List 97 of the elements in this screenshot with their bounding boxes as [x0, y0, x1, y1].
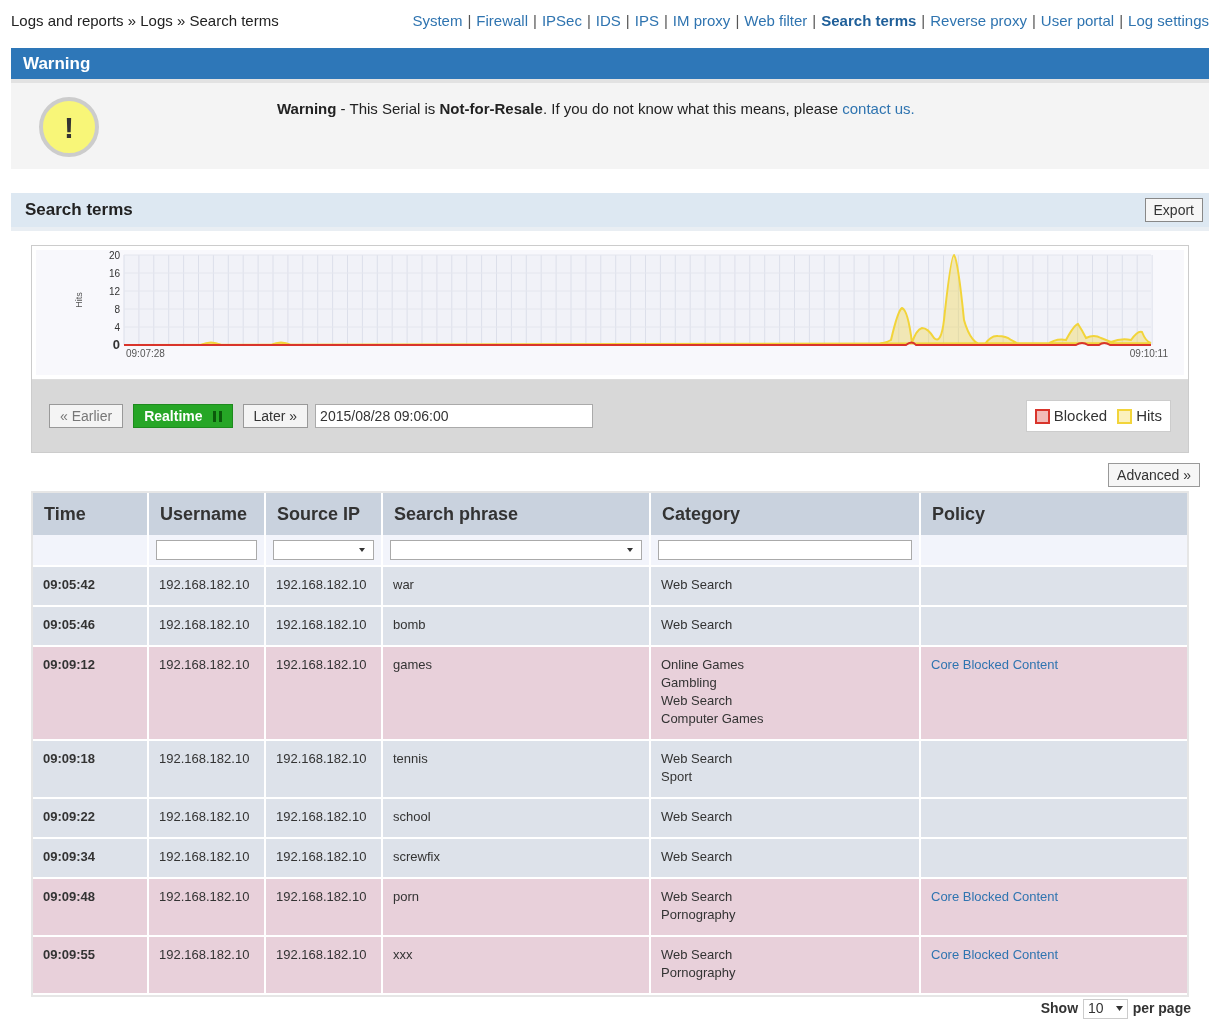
table-cell: 192.168.182.10 — [159, 751, 250, 766]
table-cell-text: Web Search — [661, 750, 734, 768]
table-cell: porn — [393, 889, 420, 904]
y-tick-label: 16 — [108, 268, 120, 279]
nav-link[interactable]: IDS — [595, 9, 621, 33]
nav-link[interactable]: IPSec — [541, 9, 582, 33]
per-page-label: per page — [1132, 999, 1191, 1018]
table-cell-text: Web Search — [661, 946, 734, 964]
nav-link[interactable]: IPS — [634, 9, 659, 33]
table-cell: 192.168.182.10 — [276, 849, 367, 864]
table-cell-text: Pornography — [661, 906, 737, 924]
breadcrumb: Logs and reports » Logs » Search terms — [11, 10, 279, 31]
nav-separator: | — [812, 10, 817, 31]
table-cell: school — [393, 809, 431, 824]
table-cell: xxx — [393, 947, 413, 962]
nav-separator: | — [586, 10, 591, 31]
nav-separator: | — [1119, 10, 1124, 31]
nav-separator: | — [1031, 10, 1036, 31]
y-tick-label: 8 — [114, 304, 120, 315]
nav-separator: | — [625, 10, 630, 31]
legend-label: Blocked — [1053, 405, 1108, 426]
table-cell-text: Web Search — [661, 888, 734, 906]
nav-separator: | — [921, 10, 926, 31]
policy-link[interactable]: Core Blocked Content — [931, 889, 1059, 904]
table-cell: 192.168.182.10 — [276, 577, 367, 592]
nav-separator: | — [467, 10, 472, 31]
nav-link[interactable]: Search terms — [821, 9, 917, 33]
table-cell: 192.168.182.10 — [276, 657, 367, 672]
table-cell-text: Web Search — [661, 692, 734, 710]
table-cell: 09:09:22 — [43, 809, 96, 824]
y-tick-label: 0 — [112, 337, 120, 352]
table-cell-text: Web Search — [661, 808, 734, 826]
table-cell: 192.168.182.10 — [159, 809, 250, 824]
panel-title: Search terms — [25, 199, 133, 222]
table-cell: 192.168.182.10 — [276, 809, 367, 824]
nav-link[interactable]: Web filter — [744, 9, 808, 33]
table-cell: 192.168.182.10 — [159, 617, 250, 632]
policy-link[interactable]: Core Blocked Content — [931, 657, 1059, 672]
table-cell: 09:05:42 — [43, 577, 96, 592]
table-cell-text: Computer Games — [661, 710, 765, 728]
table-cell: 09:09:12 — [43, 657, 96, 672]
column-header: Policy — [931, 502, 987, 526]
show-label: Show — [1040, 999, 1079, 1018]
export-button[interactable]: Export — [1144, 198, 1203, 222]
table-cell: 09:05:46 — [43, 617, 96, 632]
advanced-button[interactable]: Advanced » — [1108, 463, 1200, 487]
y-tick-label: 20 — [108, 250, 120, 261]
table-cell: 192.168.182.10 — [159, 657, 250, 672]
policy-link[interactable]: Core Blocked Content — [931, 947, 1059, 962]
table-cell: tennis — [393, 751, 428, 766]
earlier-button[interactable]: « Earlier — [49, 404, 124, 428]
table-cell: 192.168.182.10 — [159, 577, 250, 592]
warning-message: Warning - This Serial is Not-for-Resale. If you do not know what this means, please contact us. — [277, 99, 915, 119]
table-cell-text: Gambling — [661, 674, 718, 692]
nav-link[interactable]: User portal — [1040, 9, 1115, 33]
date-field[interactable]: 2015/08/28 09:06:00 — [315, 404, 594, 428]
nav-separator: | — [663, 10, 668, 31]
warning-header: Warning — [11, 48, 1209, 79]
table-cell: 09:09:34 — [43, 849, 96, 864]
nav-link[interactable]: Reverse proxy — [930, 9, 1027, 33]
table-cell: 09:09:48 — [43, 889, 96, 904]
warning-icon: ! — [39, 97, 99, 157]
x-tick-label: 09:10:11 — [1129, 348, 1168, 359]
table-cell-text: Web Search — [661, 848, 734, 866]
y-axis-label: Hits — [74, 292, 84, 308]
legend-label: Hits — [1136, 405, 1162, 426]
table-cell: 192.168.182.10 — [276, 617, 367, 632]
contact-link[interactable]: contact us. — [842, 100, 915, 117]
y-tick-label: 12 — [108, 286, 120, 297]
table-cell: 192.168.182.10 — [276, 889, 367, 904]
table-cell-text: Web Search — [661, 576, 734, 594]
x-tick-label: 09:07:28 — [126, 348, 165, 359]
later-button[interactable]: Later » — [242, 404, 309, 428]
table-cell-text: Web Search — [661, 616, 734, 634]
table-cell: 09:09:18 — [43, 751, 96, 766]
table-cell: bomb — [393, 617, 426, 632]
table-cell: war — [393, 577, 414, 592]
per-page-dropdown[interactable]: 10 — [1083, 998, 1128, 1019]
table-cell: 192.168.182.10 — [159, 849, 250, 864]
table-cell: 192.168.182.10 — [159, 889, 250, 904]
table-cell-text: Pornography — [661, 964, 737, 982]
nav-link[interactable]: Log settings — [1128, 9, 1209, 33]
table-cell-text: Sport — [661, 768, 694, 786]
nav-separator: | — [735, 10, 740, 31]
nav-separator: | — [533, 10, 537, 31]
table-cell: 09:09:55 — [43, 947, 96, 962]
table-cell: 192.168.182.10 — [159, 947, 250, 962]
nav-link[interactable]: System — [412, 9, 463, 33]
nav-link[interactable]: Firewall — [476, 9, 528, 33]
table-cell: 192.168.182.10 — [276, 947, 367, 962]
table-cell: screwfix — [393, 849, 440, 864]
table-cell: 192.168.182.10 — [276, 751, 367, 766]
realtime-button[interactable]: Realtime — [133, 404, 233, 428]
table-cell: games — [393, 657, 433, 672]
y-tick-label: 4 — [114, 322, 120, 333]
table-cell-text: Online Games — [661, 656, 746, 674]
nav-link[interactable]: IM proxy — [672, 9, 731, 33]
